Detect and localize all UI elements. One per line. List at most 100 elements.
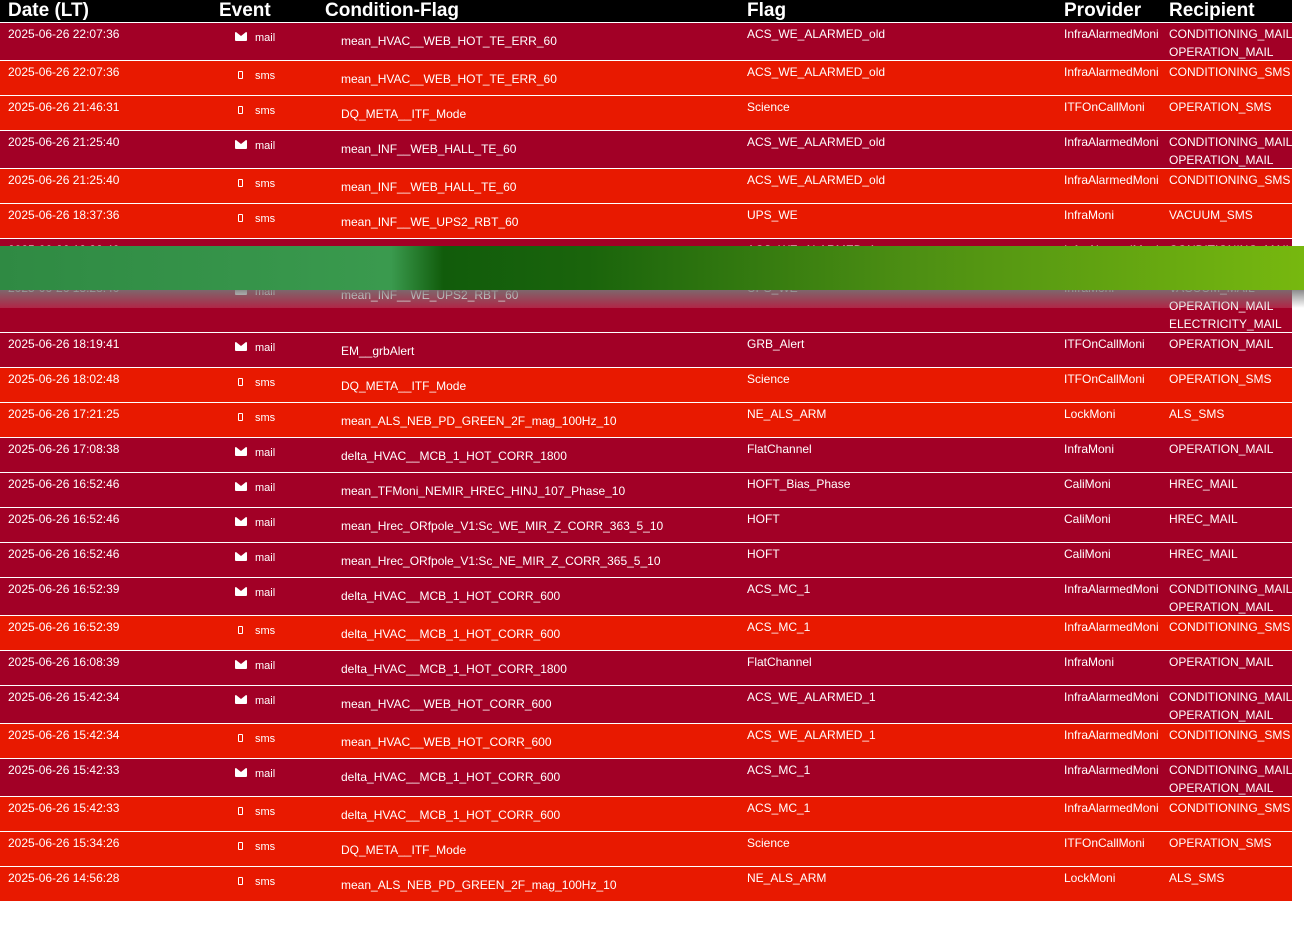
table-row[interactable]: 2025-06-26 18:02:48 sms DQ_META__ITF_Mode S… (0, 367, 1292, 402)
envelope-icon (234, 29, 247, 47)
table-row[interactable]: 2025-06-26 15:34:26 sms DQ_META__ITF_Mode S… (0, 831, 1292, 866)
cell-date: 2025-06-26 16:52:39 (8, 620, 120, 634)
table-row[interactable]: 2025-06-26 17:21:25 sms mean_ALS_NEB_PD_GR… (0, 402, 1292, 437)
cell-flag: Science (747, 836, 790, 850)
cell-provider: ITFOnCallMoni (1064, 100, 1145, 114)
cell-flag: UPS_WE (747, 208, 798, 222)
table-row[interactable]: 2025-06-26 16:52:46 mail mean_Hrec_ORfpole… (0, 542, 1292, 577)
cell-provider: CaliMoni (1064, 547, 1111, 561)
cell-condition-flag: mean_HVAC__WEB_HOT_TE_ERR_60 (341, 72, 557, 86)
table-row[interactable]: 2025-06-26 15:42:34 mail mean_HVAC__WEB_HO… (0, 685, 1292, 723)
cell-recipient: CONDITIONING_SMS (1169, 618, 1290, 636)
cell-condition-flag: delta_HVAC__MCB_1_HOT_CORR_1800 (341, 662, 567, 676)
scrollbar-track[interactable] (1292, 0, 1304, 943)
phone-icon (234, 730, 247, 748)
phone-icon (234, 873, 247, 891)
recipient-item: CONDITIONING_MAIL (1169, 582, 1293, 596)
cell-recipient: OPERATION_SMS (1169, 98, 1271, 116)
envelope-icon (234, 549, 247, 567)
table-row[interactable]: 2025-06-26 18:19:41 mail EM__grbAlert GRB_A… (0, 332, 1292, 367)
cell-date: 2025-06-26 21:25:40 (8, 173, 120, 187)
cell-date: 2025-06-26 17:08:38 (8, 442, 120, 456)
header-provider[interactable]: Provider (1064, 0, 1141, 22)
cell-provider: CaliMoni (1064, 512, 1111, 526)
recipient-item: HREC_MAIL (1169, 477, 1238, 491)
cell-date: 2025-06-26 17:21:25 (8, 407, 120, 421)
cell-recipient: OPERATION_MAIL (1169, 653, 1273, 671)
table-row[interactable]: 2025-06-26 21:25:40 sms mean_INF__WEB_HALL… (0, 168, 1292, 203)
table-row[interactable]: 2025-06-26 18:37:36 sms mean_INF__WE_UPS2_… (0, 203, 1292, 238)
cell-provider: LockMoni (1064, 871, 1116, 885)
table-row[interactable]: 2025-06-26 22:07:36 mail mean_HVAC__WEB_HO… (0, 22, 1292, 60)
phone-icon (234, 102, 247, 120)
cell-provider: InfraAlarmedMoni (1064, 173, 1159, 187)
recipient-item: OPERATION_MAIL (1169, 708, 1274, 722)
recipient-item: CONDITIONING_SMS (1169, 801, 1291, 815)
cell-provider: InfraMoni (1064, 208, 1115, 222)
cell-recipient: CONDITIONING_MAIL OPERATION_MAIL (1169, 580, 1292, 616)
cell-condition-flag: mean_HVAC__WEB_HOT_CORR_600 (341, 697, 552, 711)
phone-icon (234, 175, 247, 193)
event-label: mail (255, 32, 276, 44)
cell-recipient: CONDITIONING_MAIL OPERATION_MAIL (1169, 25, 1292, 61)
phone-icon (234, 803, 247, 821)
header-event[interactable]: Event (219, 0, 271, 22)
cell-condition-flag: DQ_META__ITF_Mode (341, 107, 467, 121)
event-label: sms (255, 625, 276, 637)
cell-event: sms (234, 838, 275, 856)
table-row[interactable]: 2025-06-26 17:08:38 mail delta_HVAC__MCB_1… (0, 437, 1292, 472)
table-row[interactable]: 2025-06-26 14:56:28 sms mean_ALS_NEB_PD_GR… (0, 866, 1292, 901)
alerts-table: Date (LT) Event Condition-Flag Flag Prov… (0, 0, 1292, 901)
table-row[interactable]: 2025-06-26 16:52:39 sms delta_HVAC__MCB_1_… (0, 615, 1292, 650)
event-label: mail (255, 552, 276, 564)
cell-flag: ACS_WE_ALARMED_old (747, 135, 886, 149)
cell-date: 2025-06-26 15:42:34 (8, 728, 120, 742)
cell-date: 2025-06-26 21:46:31 (8, 100, 120, 114)
envelope-icon (234, 479, 247, 497)
overlay-banner-shadow (0, 290, 1304, 308)
table-row[interactable]: 2025-06-26 15:42:33 sms delta_HVAC__MCB_1_… (0, 796, 1292, 831)
cell-recipient: HREC_MAIL (1169, 545, 1238, 563)
cell-provider: InfraAlarmedMoni (1064, 582, 1159, 596)
cell-date: 2025-06-26 15:42:33 (8, 801, 120, 815)
overlay-banner (0, 246, 1304, 290)
envelope-icon (234, 692, 247, 710)
cell-event: sms (234, 730, 275, 748)
cell-provider: LockMoni (1064, 407, 1116, 421)
table-row[interactable]: 2025-06-26 21:46:31 sms DQ_META__ITF_Mode S… (0, 95, 1292, 130)
event-label: mail (255, 695, 276, 707)
header-date[interactable]: Date (LT) (8, 0, 89, 22)
cell-date: 2025-06-26 22:07:36 (8, 27, 120, 41)
cell-flag: ACS_MC_1 (747, 582, 811, 596)
event-label: mail (255, 660, 276, 672)
cell-flag: NE_ALS_ARM (747, 407, 827, 421)
cell-recipient: CONDITIONING_MAIL OPERATION_MAIL (1169, 133, 1292, 169)
phone-icon (234, 67, 247, 85)
cell-flag: ACS_WE_ALARMED_old (747, 65, 886, 79)
table-row[interactable]: 2025-06-26 16:08:39 mail delta_HVAC__MCB_1… (0, 650, 1292, 685)
table-row[interactable]: 2025-06-26 16:52:46 mail mean_TFMoni_NEMIR… (0, 472, 1292, 507)
cell-condition-flag: EM__grbAlert (341, 344, 415, 358)
cell-flag: ACS_MC_1 (747, 620, 811, 634)
event-label: sms (255, 70, 276, 82)
cell-flag: FlatChannel (747, 655, 812, 669)
cell-flag: ACS_WE_ALARMED_old (747, 173, 886, 187)
cell-provider: InfraMoni (1064, 442, 1115, 456)
cell-recipient: OPERATION_MAIL (1169, 440, 1273, 458)
cell-flag: HOFT_Bias_Phase (747, 477, 851, 491)
recipient-item: OPERATION_MAIL (1169, 45, 1274, 59)
table-row[interactable]: 2025-06-26 15:42:34 sms mean_HVAC__WEB_HOT… (0, 723, 1292, 758)
cell-condition-flag: mean_ALS_NEB_PD_GREEN_2F_mag_100Hz_10 (341, 414, 617, 428)
table-row[interactable]: 2025-06-26 15:42:33 mail delta_HVAC__MCB_1… (0, 758, 1292, 796)
header-condition-flag[interactable]: Condition-Flag (325, 0, 459, 22)
table-row[interactable]: 2025-06-26 16:52:39 mail delta_HVAC__MCB_1… (0, 577, 1292, 615)
table-row[interactable]: 2025-06-26 16:52:46 mail mean_Hrec_ORfpole… (0, 507, 1292, 542)
header-flag[interactable]: Flag (747, 0, 786, 22)
envelope-icon (234, 444, 247, 462)
header-recipient[interactable]: Recipient (1169, 0, 1255, 22)
cell-event: mail (234, 137, 275, 155)
table-row[interactable]: 2025-06-26 21:25:40 mail mean_INF__WEB_HAL… (0, 130, 1292, 168)
table-row[interactable]: 2025-06-26 22:07:36 sms mean_HVAC__WEB_HOT… (0, 60, 1292, 95)
recipient-item: HREC_MAIL (1169, 547, 1238, 561)
event-label: sms (255, 377, 276, 389)
